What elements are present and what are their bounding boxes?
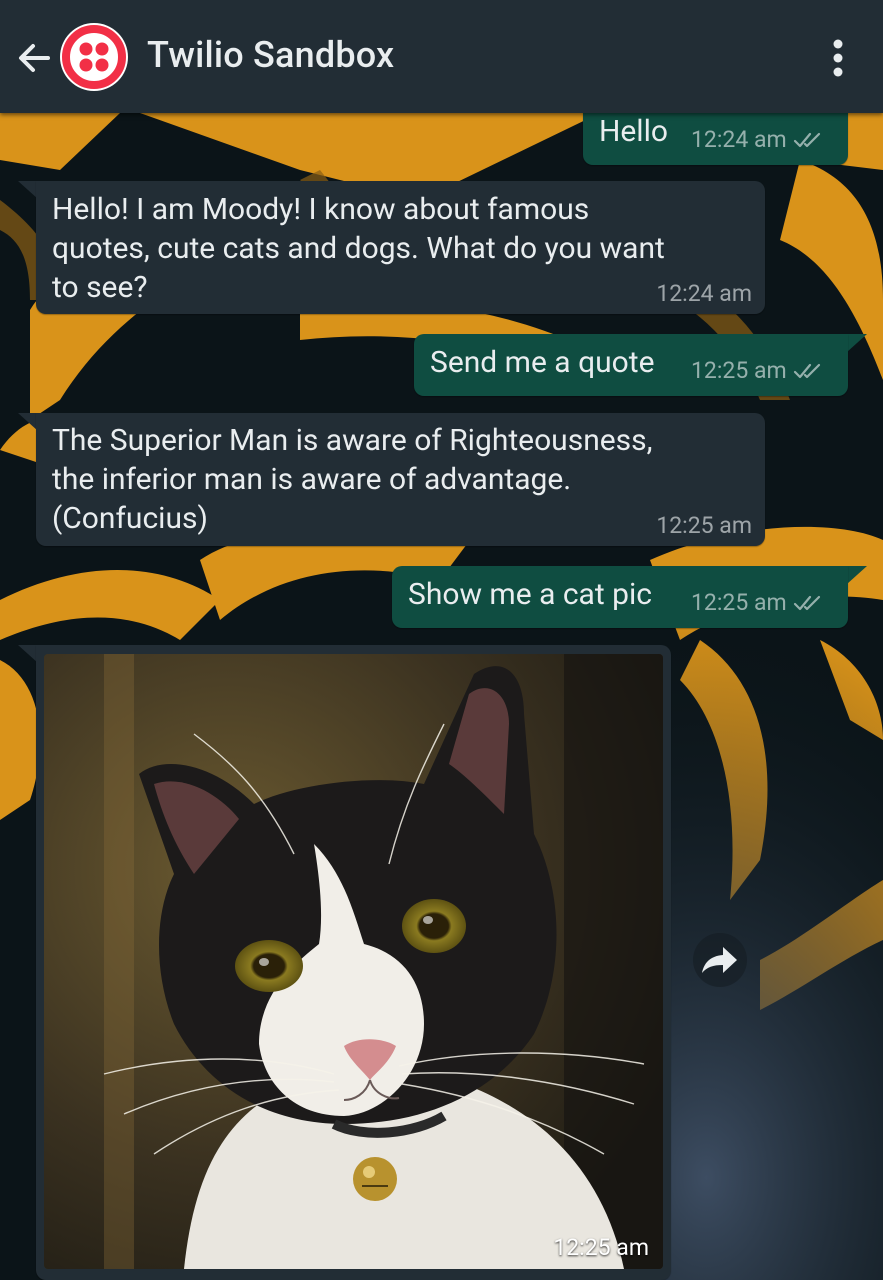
message-bubble-outgoing[interactable]: Show me a cat pic 12:25 am	[392, 566, 848, 628]
forward-arrow-icon	[702, 947, 737, 973]
double-check-icon	[793, 595, 820, 611]
avatar[interactable]	[60, 23, 128, 91]
message-bubble-outgoing[interactable]: Send me a quote 12:25 am	[414, 334, 848, 396]
bubble-tail	[18, 413, 38, 431]
bubble-tail	[18, 645, 38, 663]
chat-title[interactable]: Twilio Sandbox	[147, 34, 394, 76]
message-text: Hello	[599, 114, 669, 149]
twilio-logo-icon	[62, 25, 126, 89]
message-bubble-incoming[interactable]: Hello! I am Moody! I know about famous q…	[36, 181, 765, 314]
message-bubble-incoming[interactable]: The Superior Man is aware of Righteousne…	[36, 413, 765, 546]
message-time: 12:25 am	[691, 589, 787, 616]
message-meta: 12:24 am	[691, 127, 823, 153]
message-time: 12:25 am	[553, 1234, 649, 1261]
message-time: 12:24 am	[691, 126, 787, 153]
more-vertical-icon	[833, 39, 843, 77]
message-meta: 12:25 am	[691, 590, 823, 616]
forward-button[interactable]	[693, 933, 747, 987]
message-text: The Superior Man is aware of Righteousne…	[52, 423, 653, 536]
message-time: 12:25 am	[691, 357, 787, 384]
arrow-left-icon	[19, 44, 50, 72]
message-time: 12:25 am	[656, 512, 752, 539]
cat-photo[interactable]: 12:25 am	[44, 654, 663, 1269]
bubble-tail	[18, 181, 38, 199]
double-check-icon	[793, 132, 820, 148]
message-text: Hello! I am Moody! I know about famous q…	[52, 192, 665, 305]
bubble-tail	[847, 566, 867, 584]
message-time: 12:24 am	[656, 280, 752, 307]
back-button[interactable]	[14, 38, 54, 78]
overflow-menu-button[interactable]	[826, 38, 850, 78]
bubble-tail	[847, 334, 867, 352]
message-meta: 12:25 am	[691, 358, 823, 384]
black-and-white-cat-photo	[44, 654, 663, 1269]
double-check-icon	[793, 363, 820, 379]
message-text: Send me a quote	[430, 345, 655, 380]
chat-header: Twilio Sandbox	[0, 0, 883, 113]
message-text: Show me a cat pic	[408, 577, 652, 612]
